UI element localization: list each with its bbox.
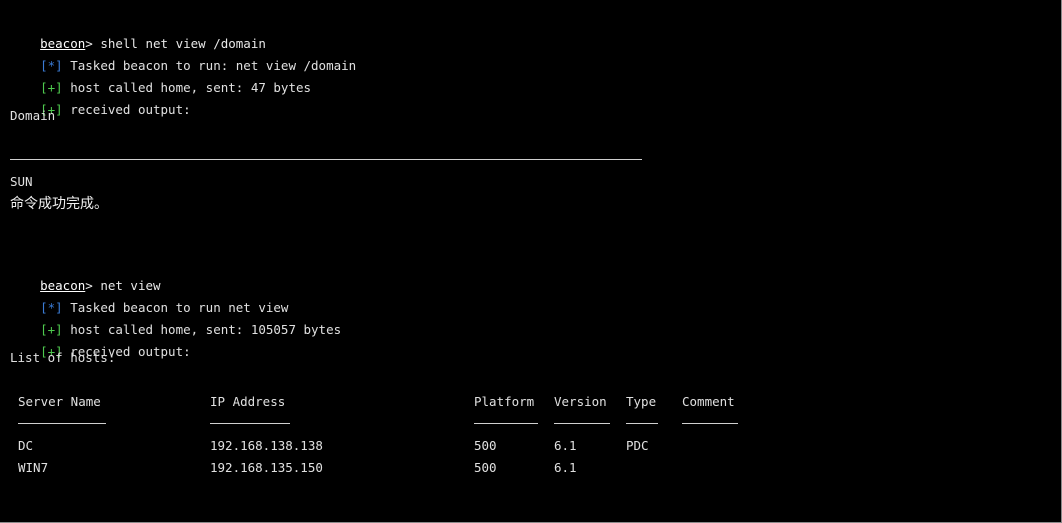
output-header: Domain	[10, 108, 56, 123]
received-text: received output:	[62, 102, 191, 117]
domain-value: SUN	[10, 174, 33, 189]
command-line-2: beacon> net view	[10, 262, 160, 293]
received-line-2: [+] received output:	[10, 328, 191, 359]
server-name-cell: WIN7	[18, 460, 49, 475]
platform-cell: 500	[474, 460, 497, 475]
column-header-ip-address: IP Address	[210, 394, 286, 409]
header-underline	[554, 423, 610, 424]
success-message: 命令成功完成。	[10, 196, 108, 212]
sent-line-2: [+] host called home, sent: 105057 bytes	[10, 306, 341, 337]
command-line-1: beacon> shell net view /domain	[10, 20, 266, 51]
column-header-version: Version	[554, 394, 607, 409]
header-underline	[626, 423, 658, 424]
column-header-comment: Comment	[682, 394, 735, 409]
beacon-console[interactable]: beacon> shell net view /domain [*] Taske…	[0, 0, 1062, 523]
received-line-1: [+] received output:	[10, 86, 191, 117]
version-cell: 6.1	[554, 438, 577, 453]
version-cell: 6.1	[554, 460, 577, 475]
list-title: List of hosts:	[10, 350, 116, 365]
tasked-line-2: [*] Tasked beacon to run net view	[10, 284, 288, 315]
column-header-server-name: Server Name	[18, 394, 101, 409]
header-underline	[210, 423, 290, 424]
tasked-line-1: [*] Tasked beacon to run: net view /doma…	[10, 42, 356, 73]
column-header-type: Type	[626, 394, 657, 409]
server-name-cell: DC	[18, 438, 34, 453]
type-cell: PDC	[626, 438, 649, 453]
platform-cell: 500	[474, 438, 497, 453]
header-underline	[18, 423, 106, 424]
output-divider	[10, 159, 642, 160]
column-header-platform: Platform	[474, 394, 535, 409]
ip-address-cell: 192.168.138.138	[210, 438, 323, 453]
ip-address-cell: 192.168.135.150	[210, 460, 323, 475]
header-underline	[474, 423, 538, 424]
header-underline	[682, 423, 738, 424]
sent-line-1: [+] host called home, sent: 47 bytes	[10, 64, 311, 95]
